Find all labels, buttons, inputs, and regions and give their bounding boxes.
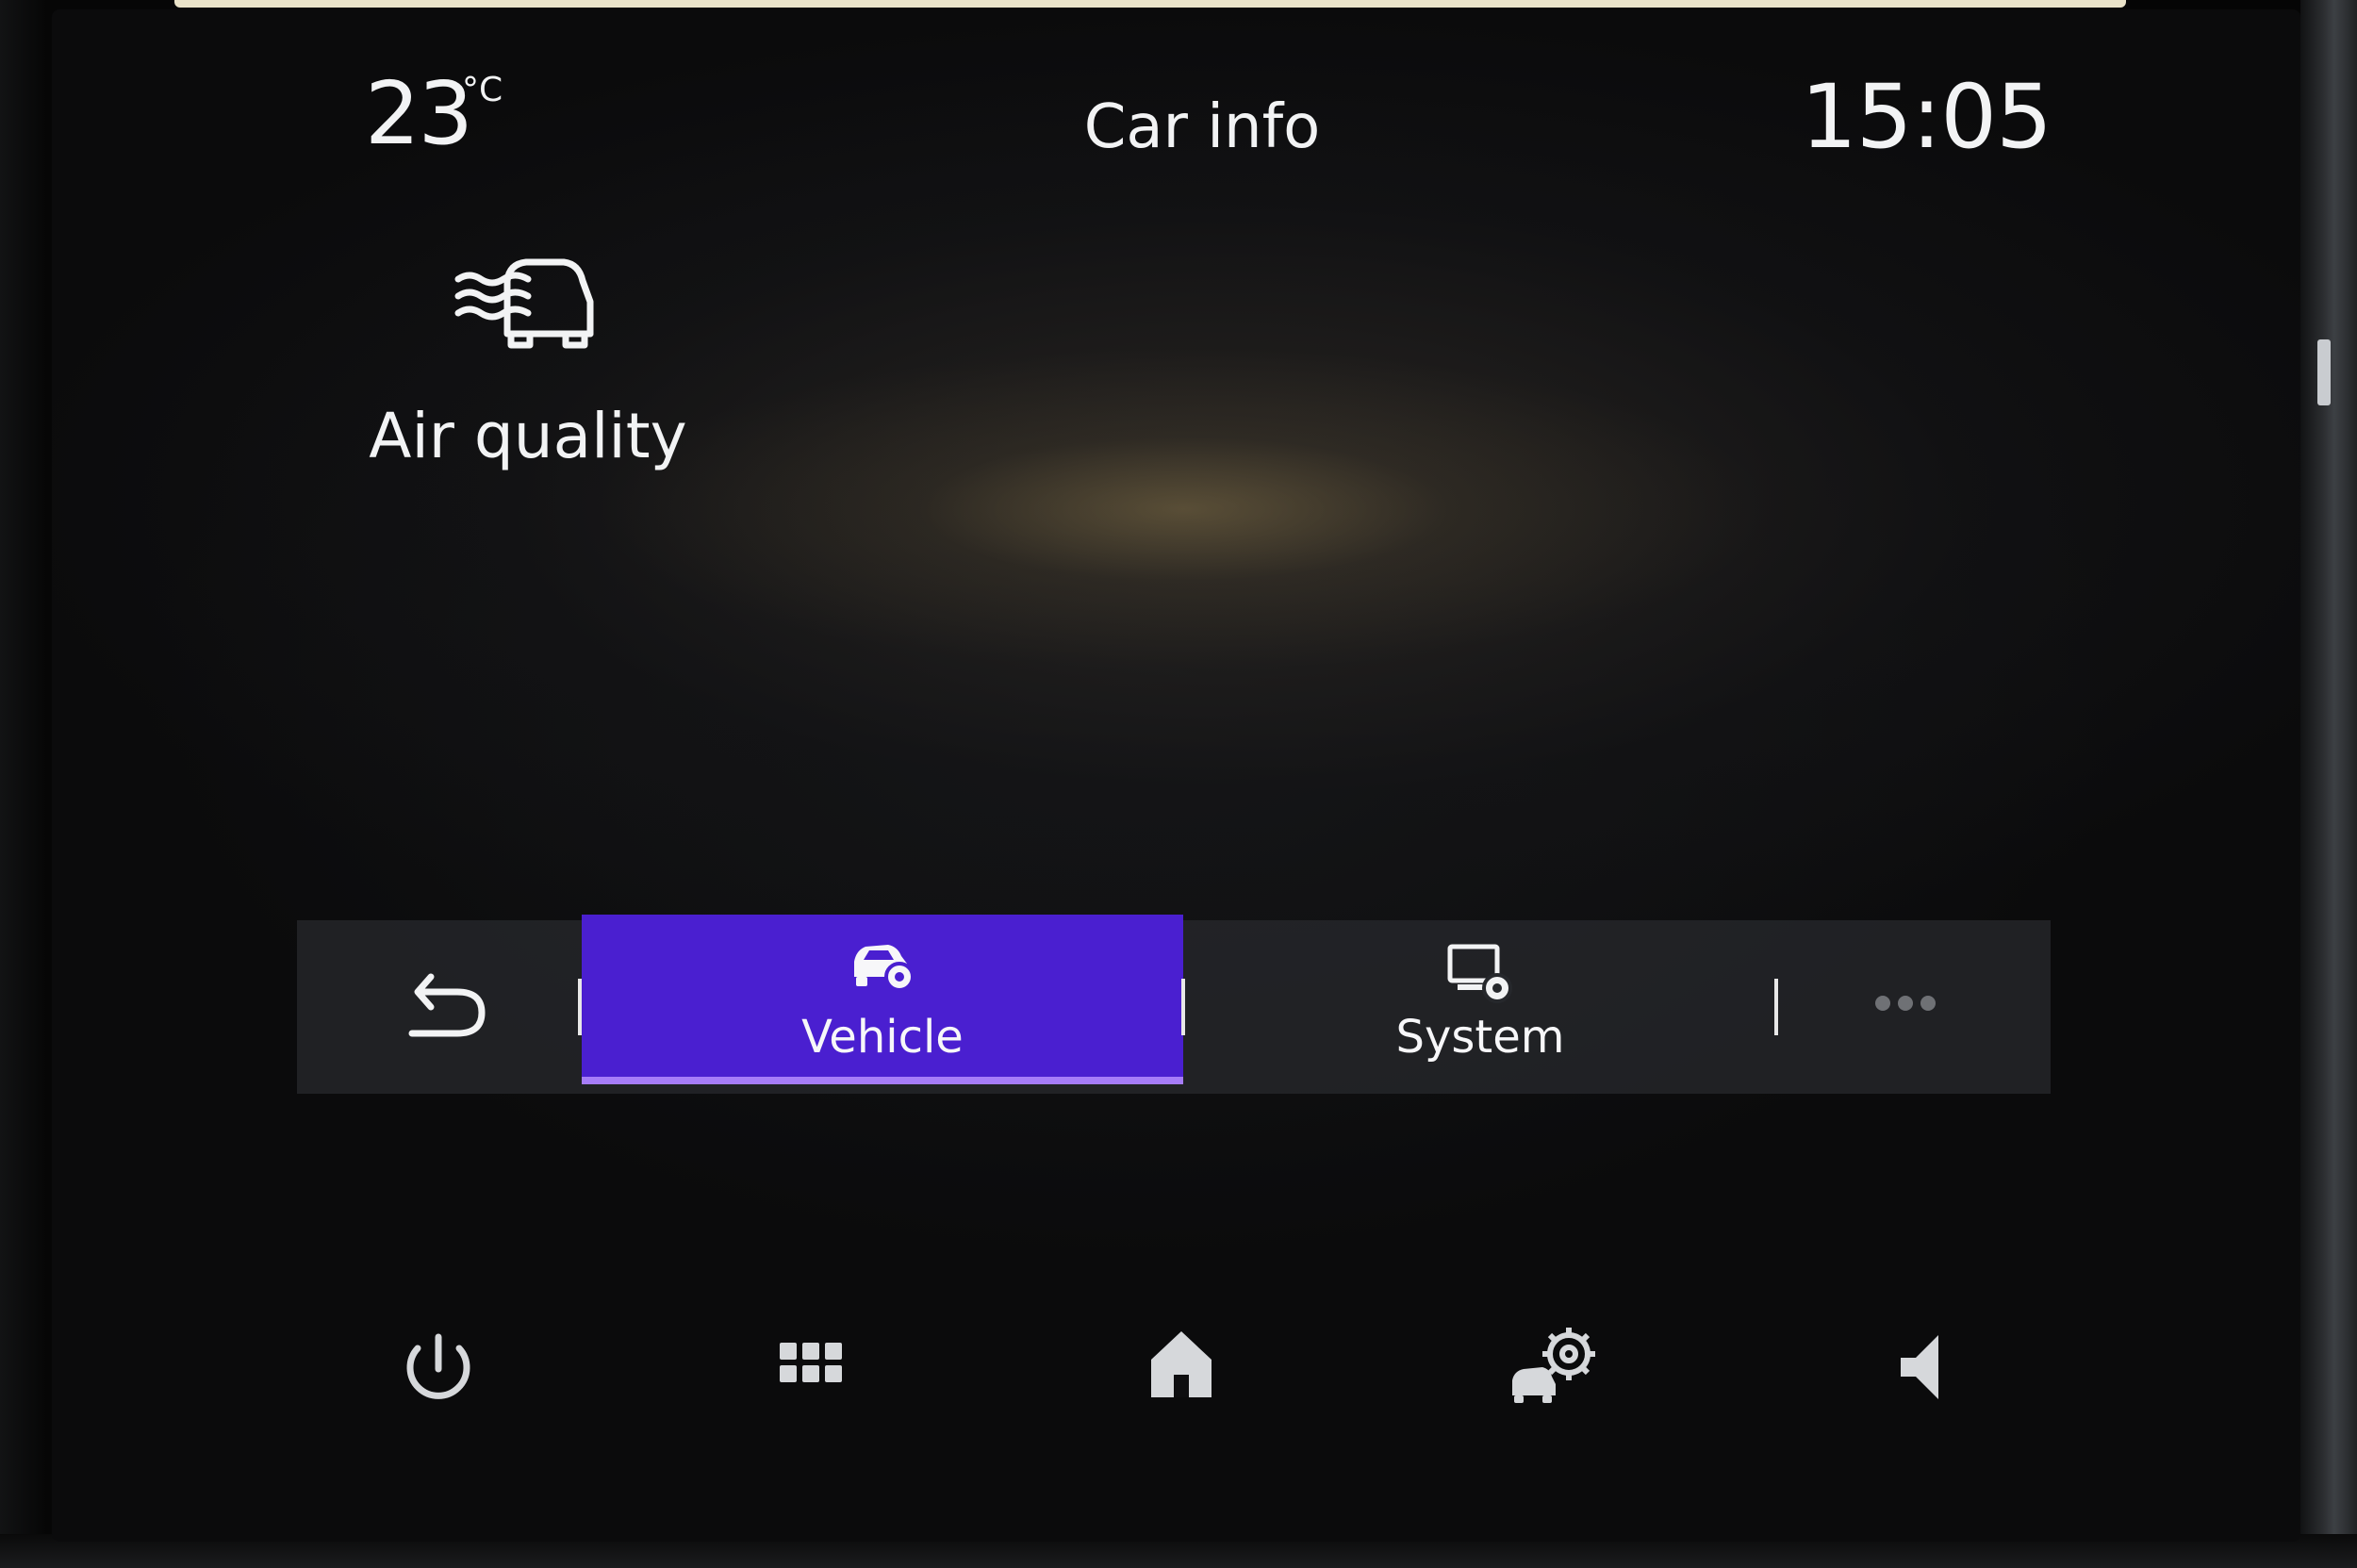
volume-button[interactable] bbox=[1867, 1311, 1980, 1424]
back-button[interactable] bbox=[297, 920, 580, 1094]
more-button[interactable] bbox=[1777, 920, 2051, 1094]
page-title: Car info bbox=[1083, 92, 1321, 162]
temperature-unit: °C bbox=[462, 71, 503, 109]
more-dots-icon bbox=[1875, 996, 1936, 1011]
system-settings-icon bbox=[1447, 944, 1512, 1003]
power-icon bbox=[406, 1333, 470, 1399]
tab-bar: Vehicle System bbox=[297, 915, 2051, 1094]
home-icon bbox=[1151, 1331, 1211, 1397]
air-quality-car-icon bbox=[454, 258, 594, 349]
clock: 15:05 bbox=[1801, 66, 2052, 169]
back-arrow-icon bbox=[408, 973, 486, 1037]
tab-vehicle[interactable]: Vehicle bbox=[582, 915, 1183, 1084]
apps-button[interactable] bbox=[754, 1311, 867, 1424]
tab-system[interactable]: System bbox=[1183, 920, 1777, 1094]
outside-temperature: 23 bbox=[365, 63, 473, 164]
right-trim bbox=[2300, 0, 2357, 1568]
top-light-strip bbox=[174, 0, 2126, 8]
car-settings-icon bbox=[1512, 1328, 1595, 1403]
vehicle-settings-icon bbox=[854, 945, 915, 992]
tab-system-label: System bbox=[1395, 1011, 1565, 1064]
tab-vehicle-label: Vehicle bbox=[801, 1011, 964, 1064]
car-settings-button[interactable] bbox=[1499, 1311, 1612, 1424]
air-quality-label: Air quality bbox=[369, 400, 687, 472]
power-button[interactable] bbox=[382, 1311, 495, 1424]
home-button[interactable] bbox=[1125, 1311, 1238, 1424]
apps-grid-icon bbox=[780, 1343, 842, 1382]
air-quality-tile[interactable]: Air quality bbox=[358, 226, 698, 500]
volume-icon bbox=[1901, 1335, 1938, 1399]
